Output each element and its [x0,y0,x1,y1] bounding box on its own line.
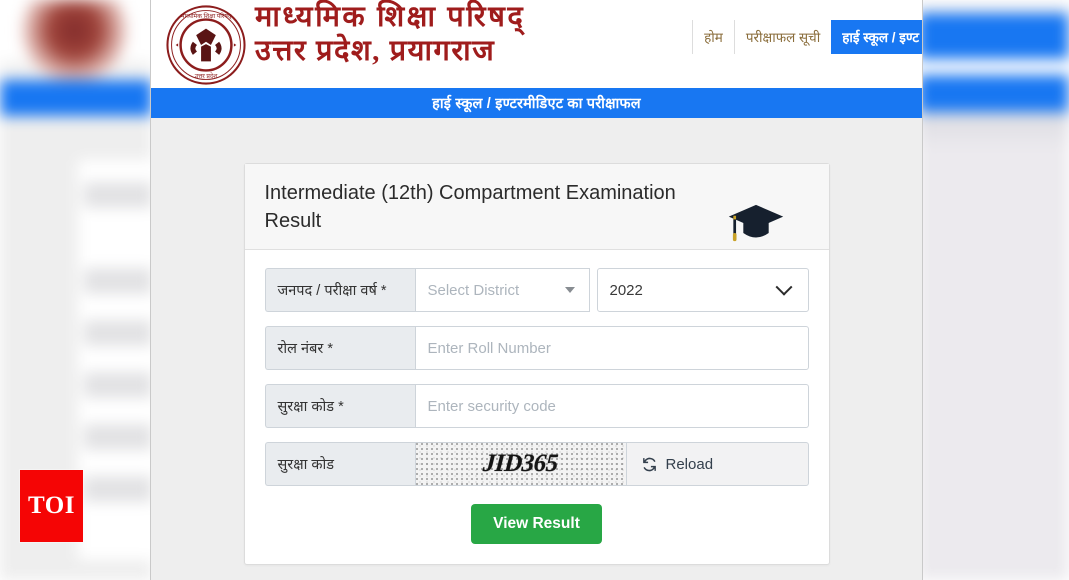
roll-number-label: रोल नंबर * [264,326,415,371]
screenshot-root: TOI माध्यमिक शिक्षा परिषद् उत्तर प्रदेश … [0,0,1069,580]
captcha-image: JID365 [414,442,626,487]
district-select-value: Select District [427,281,520,299]
captcha-label: सुरक्षा कोड [264,442,415,487]
result-page: माध्यमिक शिक्षा परिषद् उत्तर प्रदेश माध्… [150,0,923,580]
captcha-row: सुरक्षा कोड JID365 Reload [264,442,809,487]
background-bar-ghost [84,476,152,502]
background-bar-ghost [84,424,152,450]
page-title: Intermediate (12th) Compartment Examinat… [264,182,676,232]
svg-text:उत्तर प्रदेश: उत्तर प्रदेश [195,72,218,80]
view-result-button[interactable]: View Result [471,504,602,545]
background-blur-right [918,0,1069,580]
roll-number-input[interactable]: Enter Roll Number [414,326,809,371]
site-title-line-1: माध्यमिक शिक्षा परिषद् [255,1,526,33]
caret-down-icon [564,287,575,294]
result-form-card: Intermediate (12th) Compartment Examinat… [243,163,830,566]
svg-text:माध्यमिक शिक्षा परिषद्: माध्यमिक शिक्षा परिषद् [181,12,232,20]
roll-number-placeholder: Enter Roll Number [427,339,551,357]
security-code-placeholder: Enter security code [427,397,556,415]
background-banner-ghost [0,80,152,116]
graduation-cap-icon [728,205,783,242]
reload-label: Reload [665,455,714,473]
district-select[interactable]: Select District [414,268,590,313]
security-code-row: सुरक्षा कोड * Enter security code [264,384,809,429]
site-title: माध्यमिक शिक्षा परिषद् उत्तर प्रदेश, प्र… [255,1,526,68]
year-select-value: 2022 [609,281,643,299]
card-body: जनपद / परीक्षा वर्ष * Select District 20… [245,250,829,564]
roll-number-row: रोल नंबर * Enter Roll Number [264,326,809,371]
background-bar-ghost [84,268,152,294]
year-select[interactable]: 2022 [596,268,809,313]
background-bar-ghost [84,320,152,346]
district-year-row: जनपद / परीक्षा वर्ष * Select District 20… [264,268,809,313]
toi-watermark-text: TOI [28,492,75,519]
background-emblem-ghost [22,0,127,83]
reload-captcha-button[interactable]: Reload [625,442,809,487]
content-area: Intermediate (12th) Compartment Examinat… [151,118,922,580]
security-code-label: सुरक्षा कोड * [264,384,415,429]
nav-item-highschool-inter[interactable]: हाई स्कूल / इण्ट [831,20,922,54]
captcha-text: JID365 [482,450,559,478]
page-banner: हाई स्कूल / इण्टरमीडिएट का परीक्षाफल [151,88,922,118]
security-code-input[interactable]: Enter security code [414,384,809,429]
chevron-down-icon [775,278,792,296]
nav-item-home[interactable]: होम [692,20,734,54]
site-title-line-2: उत्तर प्रदेश, प्रयागराज [255,35,496,68]
main-navigation: होम परीक्षाफल सूची हाई स्कूल / इण्ट [692,20,922,54]
background-bar-ghost [84,182,152,208]
submit-row: View Result [265,504,809,545]
refresh-icon [642,457,656,472]
background-page-ghost-right [918,0,1069,580]
up-board-emblem-icon: माध्यमिक शिक्षा परिषद् उत्तर प्रदेश [166,5,246,85]
district-year-label: जनपद / परीक्षा वर्ष * [264,268,415,313]
toi-watermark-logo: TOI [20,470,83,542]
nav-item-result-list[interactable]: परीक्षाफल सूची [733,20,831,54]
background-bar-ghost [84,372,152,398]
card-header: Intermediate (12th) Compartment Examinat… [244,164,829,251]
site-header: माध्यमिक शिक्षा परिषद् उत्तर प्रदेश माध्… [151,0,922,88]
